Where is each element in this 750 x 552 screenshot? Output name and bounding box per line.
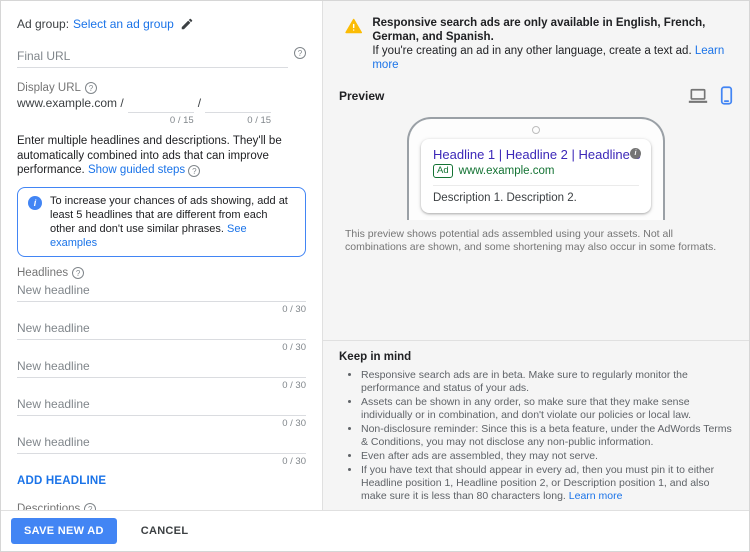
save-new-ad-button[interactable]: SAVE NEW AD	[11, 518, 117, 544]
ad-group-row: Ad group: Select an ad group	[17, 17, 306, 31]
path2-counter: 0 / 15	[205, 113, 271, 126]
warning-body-text: If you're creating an ad in any other la…	[372, 45, 691, 57]
keep-in-mind-bullet: Assets can be shown in any order, so mak…	[361, 396, 733, 422]
headlines-label: Headlines	[17, 267, 68, 279]
ad-badge: Ad	[433, 164, 453, 178]
path-separator: /	[198, 96, 201, 110]
headlines-help-icon[interactable]: ?	[72, 267, 84, 279]
select-ad-group-link[interactable]: Select an ad group	[73, 17, 174, 31]
keep-in-mind-bullet: Non-disclosure reminder: Since this is a…	[361, 423, 733, 449]
cancel-button[interactable]: CANCEL	[141, 525, 189, 537]
keep-in-mind-list: Responsive search ads are in beta. Make …	[361, 369, 733, 503]
ad-form-panel: Ad group: Select an ad group ? Display U…	[1, 1, 323, 510]
ad-info-icon[interactable]: i	[630, 148, 641, 159]
headline-field-1: 0 / 30	[17, 281, 306, 318]
display-url-section: Display URL ? www.example.com / 0 / 15 /…	[17, 82, 306, 126]
headline-field-3: 0 / 30	[17, 357, 306, 394]
keep-in-mind-bullet: Even after ads are assembled, they may n…	[361, 450, 733, 463]
display-url-label: Display URL	[17, 82, 81, 94]
headline-input-1[interactable]	[17, 281, 306, 302]
desktop-preview-icon[interactable]	[688, 88, 708, 104]
preview-header: Preview	[339, 86, 733, 105]
preview-display-url: www.example.com	[459, 165, 555, 177]
language-warning: Responsive search ads are only available…	[345, 16, 733, 72]
guided-steps-help-icon[interactable]: ?	[188, 165, 200, 177]
show-guided-steps-link[interactable]: Show guided steps	[88, 164, 185, 176]
headline-field-5: 0 / 30	[17, 433, 306, 470]
keep-in-mind-bullet: If you have text that should appear in e…	[361, 464, 733, 503]
headline-input-3[interactable]	[17, 357, 306, 378]
display-path2-input[interactable]	[205, 96, 271, 113]
headline-input-2[interactable]	[17, 319, 306, 340]
headline-tip-box: i To increase your chances of ads showin…	[17, 187, 306, 257]
preview-panel: Responsive search ads are only available…	[323, 1, 749, 510]
headline-counter-4: 0 / 30	[17, 416, 306, 432]
preview-section: Responsive search ads are only available…	[323, 1, 749, 340]
add-headline-button[interactable]: ADD HEADLINE	[17, 475, 106, 487]
tip-text: To increase your chances of ads showing,…	[50, 195, 288, 235]
mobile-preview-icon[interactable]	[720, 86, 733, 105]
keep-in-mind-title: Keep in mind	[339, 351, 733, 363]
preview-headline-link[interactable]: Headline 1 | Headline 2 | Headline 3	[433, 147, 639, 162]
keep-in-mind-bullet: Responsive search ads are in beta. Make …	[361, 369, 733, 395]
final-url-input[interactable]	[17, 47, 288, 68]
headline-input-4[interactable]	[17, 395, 306, 416]
ad-preview-card: Headline 1 | Headline 2 | Headline 3 i A…	[421, 139, 651, 213]
phone-camera-dot	[532, 126, 540, 134]
keep-in-mind-learn-more-link[interactable]: Learn more	[569, 490, 623, 502]
headline-counter-1: 0 / 30	[17, 302, 306, 318]
headline-counter-5: 0 / 30	[17, 454, 306, 470]
preview-title: Preview	[339, 89, 384, 103]
path1-counter: 0 / 15	[128, 113, 194, 126]
intro-text: Enter multiple headlines and description…	[17, 134, 306, 178]
display-url-base: www.example.com /	[17, 96, 124, 110]
headline-field-4: 0 / 30	[17, 395, 306, 432]
card-divider	[433, 185, 639, 186]
ad-group-label: Ad group:	[17, 17, 69, 31]
display-url-help-icon[interactable]: ?	[85, 82, 97, 94]
headline-input-5[interactable]	[17, 433, 306, 454]
display-path1-input[interactable]	[128, 96, 194, 113]
responsive-search-ad-editor: Ad group: Select an ad group ? Display U…	[0, 0, 750, 552]
warning-bold-text: Responsive search ads are only available…	[372, 16, 733, 44]
headline-counter-3: 0 / 30	[17, 378, 306, 394]
descriptions-label: Descriptions	[17, 503, 80, 511]
phone-mockup: Headline 1 | Headline 2 | Headline 3 i A…	[407, 117, 665, 220]
keep-in-mind-section: Keep in mind Responsive search ads are i…	[323, 340, 749, 510]
final-url-field: ?	[17, 47, 306, 68]
edit-pencil-icon[interactable]	[180, 17, 194, 31]
action-bar: SAVE NEW AD CANCEL	[1, 510, 749, 551]
final-url-help-icon[interactable]: ?	[294, 47, 306, 59]
preview-disclaimer: This preview shows potential ads assembl…	[345, 228, 727, 254]
warning-icon	[345, 16, 362, 36]
descriptions-help-icon[interactable]: ?	[84, 503, 96, 511]
headline-counter-2: 0 / 30	[17, 340, 306, 356]
headline-field-2: 0 / 30	[17, 319, 306, 356]
main-area: Ad group: Select an ad group ? Display U…	[1, 1, 749, 510]
info-icon: i	[28, 196, 42, 210]
preview-description: Description 1. Description 2.	[433, 192, 639, 204]
